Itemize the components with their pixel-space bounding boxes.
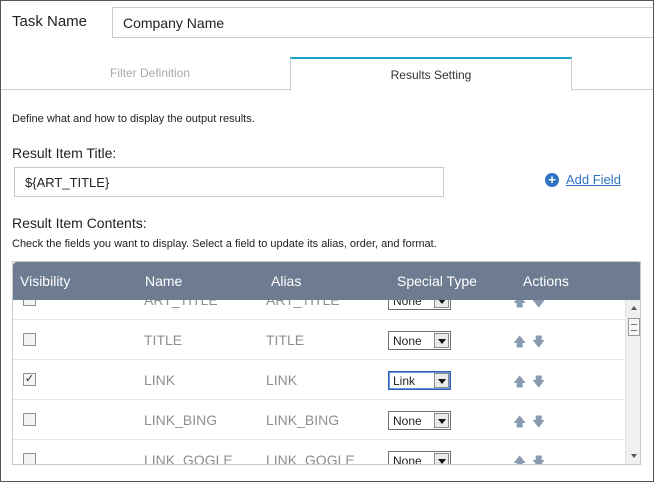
add-field-link[interactable]: + Add Field xyxy=(545,172,621,187)
field-alias: LINK_GOGLE xyxy=(266,452,355,464)
visibility-checkbox[interactable] xyxy=(23,413,36,426)
results-setting-panel: Task Name Filter Definition Results Sett… xyxy=(0,0,654,482)
tab-results-setting[interactable]: Results Setting xyxy=(290,57,572,91)
field-name: LINK_BING xyxy=(144,412,218,428)
table-row[interactable]: TITLE TITLE None 🡅 🡇 xyxy=(13,320,625,360)
column-header-alias[interactable]: Alias xyxy=(271,273,301,289)
tab-filter-definition[interactable]: Filter Definition xyxy=(11,57,289,90)
move-down-icon[interactable]: 🡇 xyxy=(532,333,545,355)
visibility-checkbox[interactable] xyxy=(23,300,36,306)
column-header-special-type[interactable]: Special Type xyxy=(397,273,477,289)
special-type-select[interactable]: None xyxy=(388,331,451,350)
result-item-title-label: Result Item Title: xyxy=(12,145,117,161)
dropdown-arrow-icon xyxy=(434,333,449,348)
special-type-select[interactable]: None xyxy=(388,411,451,430)
move-up-icon[interactable]: 🡅 xyxy=(513,333,526,355)
result-item-contents-label: Result Item Contents: xyxy=(12,215,147,231)
field-name: ART_TITLE xyxy=(144,300,218,308)
grid-scrollbar[interactable] xyxy=(625,300,640,464)
table-row[interactable]: LINK_BING LINK_BING None 🡅 🡇 xyxy=(13,400,625,440)
grid-header: Visibility Name Alias Special Type Actio… xyxy=(13,262,640,300)
section-description: Define what and how to display the outpu… xyxy=(12,113,255,125)
dropdown-arrow-icon xyxy=(434,300,449,308)
visibility-checkbox[interactable] xyxy=(23,453,36,464)
move-up-icon[interactable]: 🡅 xyxy=(513,453,526,464)
move-down-icon[interactable]: 🡇 xyxy=(532,300,545,315)
special-type-select[interactable]: Link xyxy=(388,371,451,390)
special-type-select[interactable]: None xyxy=(388,451,451,464)
move-up-icon[interactable]: 🡅 xyxy=(513,300,526,315)
table-row[interactable]: ART_TITLE ART_TITLE None 🡅 🡇 xyxy=(13,300,625,320)
move-down-icon[interactable]: 🡇 xyxy=(532,373,545,395)
field-alias: LINK_BING xyxy=(266,412,340,428)
scroll-up-icon[interactable] xyxy=(626,300,640,316)
visibility-checkbox[interactable] xyxy=(23,333,36,346)
dropdown-arrow-icon xyxy=(434,373,449,388)
plus-circle-icon: + xyxy=(545,172,559,187)
scroll-down-icon[interactable] xyxy=(626,448,640,464)
field-name: LINK_GOGLE xyxy=(144,452,233,464)
field-alias: ART_TITLE xyxy=(266,300,340,308)
column-header-visibility[interactable]: Visibility xyxy=(20,273,70,289)
field-name: LINK xyxy=(144,372,176,388)
move-down-icon[interactable]: 🡇 xyxy=(532,413,545,435)
field-name: TITLE xyxy=(144,332,183,348)
table-row[interactable]: ✓ LINK LINK Link 🡅 🡇 xyxy=(13,360,625,400)
special-type-select[interactable]: None xyxy=(388,300,451,310)
field-alias: LINK xyxy=(266,372,298,388)
column-header-name[interactable]: Name xyxy=(145,273,182,289)
move-down-icon[interactable]: 🡇 xyxy=(532,453,545,464)
move-up-icon[interactable]: 🡅 xyxy=(513,373,526,395)
fields-grid: Visibility Name Alias Special Type Actio… xyxy=(12,261,641,465)
move-up-icon[interactable]: 🡅 xyxy=(513,413,526,435)
dropdown-arrow-icon xyxy=(434,453,449,464)
scrollbar-thumb[interactable] xyxy=(628,318,640,336)
task-name-input[interactable] xyxy=(112,7,653,38)
tab-bar: Filter Definition Results Setting xyxy=(1,57,653,91)
result-item-contents-help: Check the fields you want to display. Se… xyxy=(12,238,437,250)
result-item-title-input[interactable] xyxy=(14,167,444,197)
field-alias: TITLE xyxy=(266,332,305,348)
dropdown-arrow-icon xyxy=(434,413,449,428)
column-header-actions: Actions xyxy=(523,273,569,289)
add-field-label: Add Field xyxy=(566,172,621,187)
visibility-checkbox[interactable]: ✓ xyxy=(23,373,36,386)
grid-rows: ART_TITLE ART_TITLE None 🡅 🡇 TITLE TITLE… xyxy=(13,300,625,464)
task-name-label: Task Name xyxy=(12,13,88,30)
table-row[interactable]: LINK_GOGLE LINK_GOGLE None 🡅 🡇 xyxy=(13,440,625,464)
